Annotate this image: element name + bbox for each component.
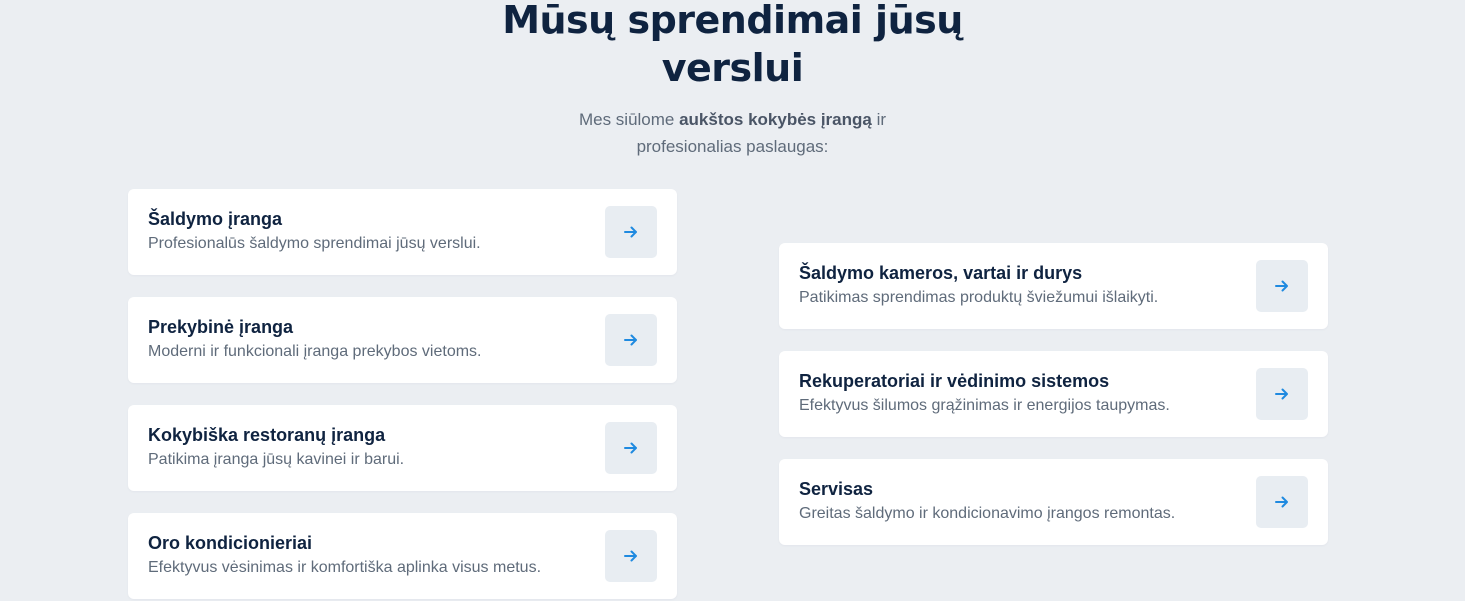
- card-title: Rekuperatoriai ir vėdinimo sistemos: [799, 371, 1110, 391]
- card-arrow-button[interactable]: [1256, 476, 1308, 528]
- card-title: Šaldymo kameros, vartai ir durys: [799, 263, 1083, 283]
- card-description: Moderni ir funkcionali įranga prekybos v…: [148, 343, 482, 360]
- arrow-right-icon: [1275, 388, 1288, 400]
- card-arrow-button[interactable]: [605, 206, 657, 258]
- card-arrow-button[interactable]: [605, 422, 657, 474]
- card-title: Kokybiška restoranų įranga: [148, 425, 386, 445]
- service-card-saldymo-iranga[interactable]: Šaldymo įranga Profesionalūs šaldymo spr…: [128, 189, 677, 275]
- card-arrow-button[interactable]: [1256, 260, 1308, 312]
- card-description: Profesionalūs šaldymo sprendimai jūsų ve…: [148, 235, 481, 252]
- section-title: Mūsų sprendimai jūsų verslui: [0, 0, 1465, 92]
- section-title-line1: Mūsų sprendimai jūsų: [502, 0, 963, 42]
- arrow-right-icon: [624, 226, 637, 238]
- arrow-right-icon: [1275, 496, 1288, 508]
- card-description: Greitas šaldymo ir kondicionavimo įrango…: [799, 505, 1176, 522]
- subtitle-prefix: Mes siūlome: [578, 110, 680, 129]
- arrow-right-icon: [1275, 280, 1288, 292]
- section-subtitle: Mes siūlome aukštos kokybės įrangą ir pr…: [0, 106, 1465, 160]
- subtitle-suffix: ir: [871, 110, 887, 129]
- subtitle-line2: profesionalias paslaugas:: [636, 137, 829, 156]
- card-arrow-button[interactable]: [605, 314, 657, 366]
- card-title: Servisas: [799, 479, 874, 499]
- section-title-line2: verslui: [661, 46, 804, 90]
- service-card-prekybine-iranga[interactable]: Prekybinė įranga Moderni ir funkcionali …: [128, 297, 677, 383]
- arrow-right-icon: [624, 550, 637, 562]
- service-card-oro-kondicionieriai[interactable]: Oro kondicionieriai Efektyvus vėsinimas …: [128, 513, 677, 599]
- card-description: Efektyvus šilumos grąžinimas ir energijo…: [799, 397, 1170, 414]
- card-title: Šaldymo įranga: [148, 209, 283, 229]
- card-description: Patikima įranga jūsų kavinei ir barui.: [148, 451, 405, 468]
- solutions-section: Mūsų sprendimai jūsų verslui Mes siūlome…: [0, 0, 1465, 601]
- service-card-rekuperatoriai[interactable]: Rekuperatoriai ir vėdinimo sistemos Efek…: [779, 351, 1328, 437]
- service-card-saldymo-kameros[interactable]: Šaldymo kameros, vartai ir durys Patikim…: [779, 243, 1328, 329]
- subtitle-highlight: aukštos kokybės įrangą: [679, 110, 872, 129]
- arrow-right-icon: [624, 442, 637, 454]
- service-card-servisas[interactable]: Servisas Greitas šaldymo ir kondicionavi…: [779, 459, 1328, 545]
- card-description: Efektyvus vėsinimas ir komfortiška aplin…: [148, 559, 542, 576]
- subtitle-line1: Mes siūlome aukštos kokybės įrangą ir: [0, 106, 1465, 133]
- card-arrow-button[interactable]: [605, 530, 657, 582]
- card-title: Prekybinė įranga: [148, 317, 294, 337]
- card-title: Oro kondicionieriai: [148, 533, 313, 553]
- arrow-right-icon: [624, 334, 637, 346]
- service-card-restoranu-iranga[interactable]: Kokybiška restoranų įranga Patikima įran…: [128, 405, 677, 491]
- card-arrow-button[interactable]: [1256, 368, 1308, 420]
- card-description: Patikimas sprendimas produktų šviežumui …: [799, 289, 1159, 306]
